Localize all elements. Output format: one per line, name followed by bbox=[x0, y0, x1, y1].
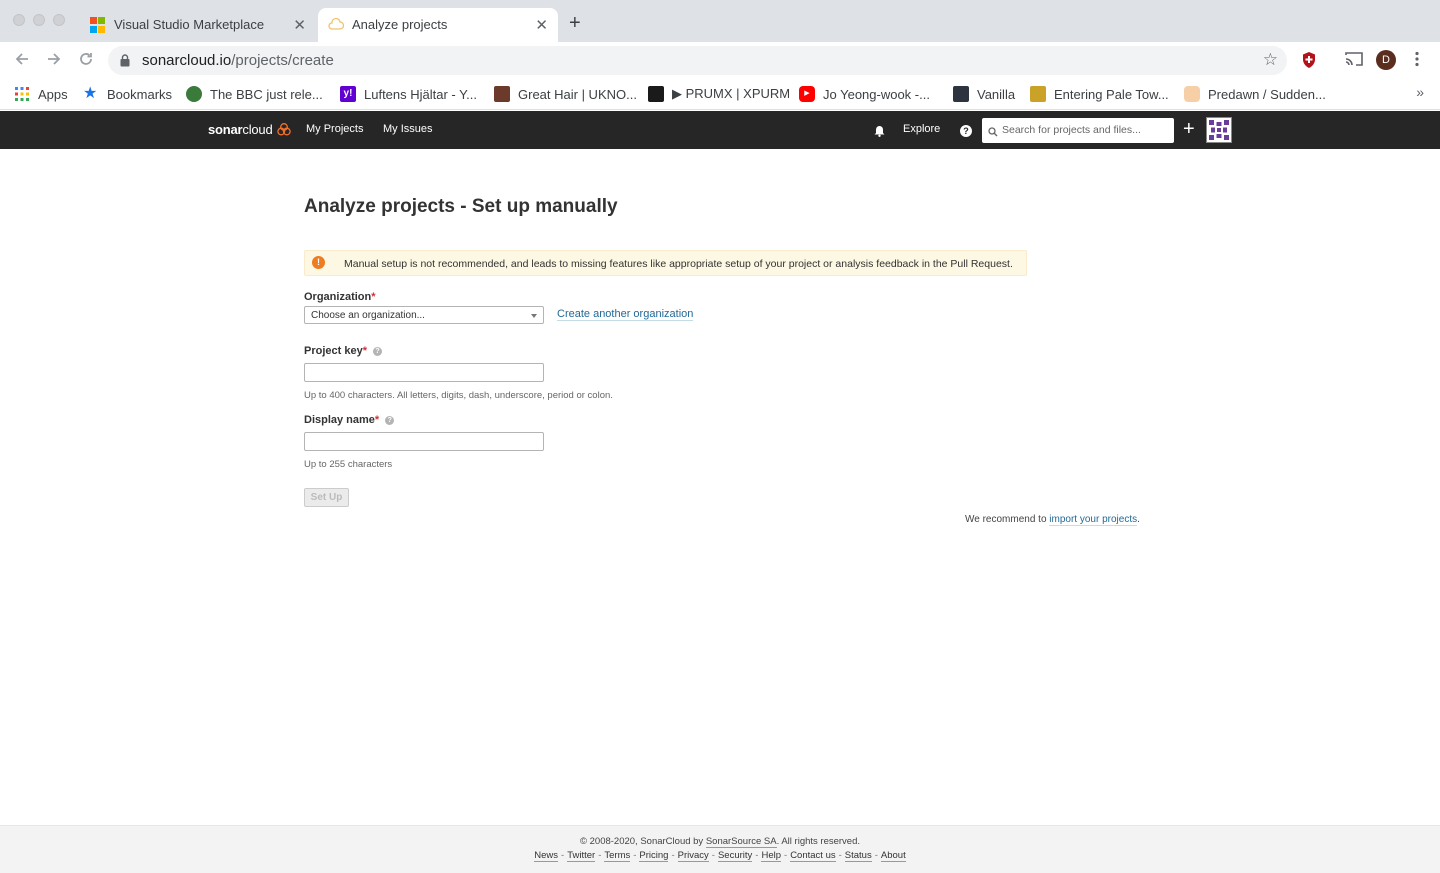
bookmark-entering-pale-tower[interactable]: Entering Pale Tow... bbox=[1030, 84, 1169, 104]
footer-link-security[interactable]: Security bbox=[717, 850, 753, 862]
user-avatar[interactable] bbox=[1206, 117, 1232, 143]
reload-icon[interactable] bbox=[77, 50, 95, 72]
tab-title: Visual Studio Marketplace bbox=[114, 17, 265, 32]
vanilla-icon bbox=[953, 86, 969, 102]
bbc-icon bbox=[186, 86, 202, 102]
sonarcloud-logo-mark-icon bbox=[277, 122, 291, 141]
page-footer: © 2008-2020, SonarCloud by SonarSource S… bbox=[0, 825, 1440, 873]
bookmark-bookmarks[interactable]: ★ Bookmarks bbox=[83, 84, 172, 104]
notifications-bell-icon[interactable] bbox=[874, 124, 885, 142]
back-arrow-icon[interactable] bbox=[13, 50, 31, 72]
bookmark-apps[interactable]: Apps bbox=[14, 84, 68, 104]
display-name-input[interactable] bbox=[304, 432, 544, 451]
nav-my-projects[interactable]: My Projects bbox=[306, 123, 363, 135]
url-text: sonarcloud.io/projects/create bbox=[142, 52, 334, 69]
window-zoom-dot[interactable] bbox=[53, 14, 65, 26]
footer-link-terms[interactable]: Terms bbox=[604, 850, 631, 862]
pale-tower-icon bbox=[1030, 86, 1046, 102]
window-close-dot[interactable] bbox=[13, 14, 25, 26]
page-title: Analyze projects - Set up manually bbox=[304, 196, 618, 217]
apps-grid-icon bbox=[14, 86, 30, 102]
youtube-icon: ▶ bbox=[799, 86, 815, 102]
prumx-icon bbox=[648, 86, 664, 102]
cast-icon[interactable] bbox=[1345, 51, 1363, 72]
sonarcloud-logo[interactable]: sonarcloud bbox=[208, 122, 273, 137]
svg-text:?: ? bbox=[963, 126, 969, 136]
footer-link-pricing[interactable]: Pricing bbox=[639, 850, 669, 862]
bookmark-jo-yeong-wook[interactable]: ▶ Jo Yeong-wook -... bbox=[799, 84, 930, 104]
footer-link-twitter[interactable]: Twitter bbox=[567, 850, 596, 862]
bookmark-prumx[interactable]: ▶ PRUMX | XPURM bbox=[648, 84, 790, 104]
warning-text: Manual setup is not recommended, and lea… bbox=[344, 258, 1013, 270]
yahoo-icon: y! bbox=[340, 86, 356, 102]
star-icon: ★ bbox=[83, 85, 98, 102]
bookmark-star-icon[interactable]: ☆ bbox=[1263, 50, 1278, 70]
project-key-label: Project key*? bbox=[304, 345, 382, 357]
sonarcloud-favicon-icon bbox=[328, 17, 345, 33]
tab-analyze-projects[interactable]: Analyze projects ✕ bbox=[318, 8, 558, 42]
profile-avatar[interactable]: D bbox=[1376, 50, 1396, 70]
search-icon bbox=[988, 124, 998, 142]
global-search[interactable] bbox=[982, 118, 1174, 143]
organization-select-value: Choose an organization... bbox=[311, 310, 425, 321]
footer-link-privacy[interactable]: Privacy bbox=[677, 850, 709, 862]
hair-icon bbox=[494, 86, 510, 102]
address-bar[interactable]: sonarcloud.io/projects/create ☆ bbox=[108, 46, 1287, 75]
help-tooltip-icon[interactable]: ? bbox=[385, 416, 395, 425]
footer-link-help[interactable]: Help bbox=[761, 850, 782, 862]
global-search-input[interactable] bbox=[1002, 121, 1170, 139]
forward-arrow-icon[interactable] bbox=[45, 50, 63, 72]
bookmarks-bar: Apps ★ Bookmarks The BBC just rele... y!… bbox=[0, 79, 1440, 110]
sonarcloud-navbar: sonarcloud My Projects My Issues Explore… bbox=[0, 111, 1440, 149]
microsoft-logo-icon bbox=[90, 17, 106, 33]
copyright: © 2008-2020, SonarCloud by SonarSource S… bbox=[579, 836, 861, 848]
nav-explore[interactable]: Explore bbox=[903, 123, 940, 135]
warning-icon: ! bbox=[312, 256, 325, 269]
set-up-button[interactable]: Set Up bbox=[304, 488, 349, 507]
create-plus-button[interactable]: + bbox=[1183, 119, 1195, 139]
footer-link-status[interactable]: Status bbox=[844, 850, 872, 862]
footer-link-news[interactable]: News bbox=[534, 850, 559, 862]
display-name-hint: Up to 255 characters bbox=[304, 459, 393, 470]
import-recommendation: We recommend to import your projects. bbox=[965, 514, 1140, 526]
predawn-icon bbox=[1184, 86, 1200, 102]
manual-setup-warning: ! Manual setup is not recommended, and l… bbox=[304, 250, 1027, 276]
tab-visual-studio-marketplace[interactable]: Visual Studio Marketplace ✕ bbox=[80, 8, 316, 42]
browser-tab-strip: Visual Studio Marketplace ✕ Analyze proj… bbox=[0, 0, 1440, 42]
extension-shield-icon[interactable] bbox=[1301, 51, 1317, 74]
window-minimize-dot[interactable] bbox=[33, 14, 45, 26]
browser-toolbar: sonarcloud.io/projects/create ☆ D bbox=[0, 42, 1440, 79]
footer-links: News - Twitter - Terms - Pricing - Privacy - Secur… bbox=[534, 850, 906, 862]
tab-title: Analyze projects bbox=[352, 17, 448, 32]
create-organization-link[interactable]: Create another organization bbox=[557, 308, 694, 321]
nav-my-issues[interactable]: My Issues bbox=[383, 123, 433, 135]
display-name-label: Display name*? bbox=[304, 414, 395, 426]
more-bookmarks-chevron-icon[interactable]: » bbox=[1416, 84, 1424, 100]
footer-link-contact-us[interactable]: Contact us bbox=[790, 850, 836, 862]
new-tab-button[interactable]: + bbox=[569, 13, 581, 33]
lock-icon bbox=[120, 54, 130, 67]
sonarsource-link[interactable]: SonarSource SA bbox=[705, 836, 777, 848]
organization-select[interactable]: Choose an organization... bbox=[304, 306, 544, 324]
help-tooltip-icon[interactable]: ? bbox=[372, 347, 382, 356]
tab-close-icon[interactable]: ✕ bbox=[535, 16, 548, 34]
project-key-input[interactable] bbox=[304, 363, 544, 382]
bookmark-predawn[interactable]: Predawn / Sudden... bbox=[1184, 84, 1326, 104]
chevron-down-icon bbox=[531, 314, 537, 318]
footer-link-about[interactable]: About bbox=[880, 850, 906, 862]
bookmark-bbc[interactable]: The BBC just rele... bbox=[186, 84, 323, 104]
organization-label: Organization* bbox=[304, 291, 376, 303]
tab-close-icon[interactable]: ✕ bbox=[293, 16, 306, 34]
import-projects-link[interactable]: import your projects bbox=[1049, 514, 1138, 526]
bookmark-great-hair[interactable]: Great Hair | UKNO... bbox=[494, 84, 637, 104]
bookmark-vanilla[interactable]: Vanilla bbox=[953, 84, 1015, 104]
help-circle-icon[interactable]: ? bbox=[960, 124, 972, 142]
bookmark-luftens[interactable]: y! Luftens Hjältar - Y... bbox=[340, 84, 477, 104]
project-key-hint: Up to 400 characters. All letters, digit… bbox=[304, 390, 613, 401]
kebab-menu-icon[interactable] bbox=[1414, 51, 1420, 72]
